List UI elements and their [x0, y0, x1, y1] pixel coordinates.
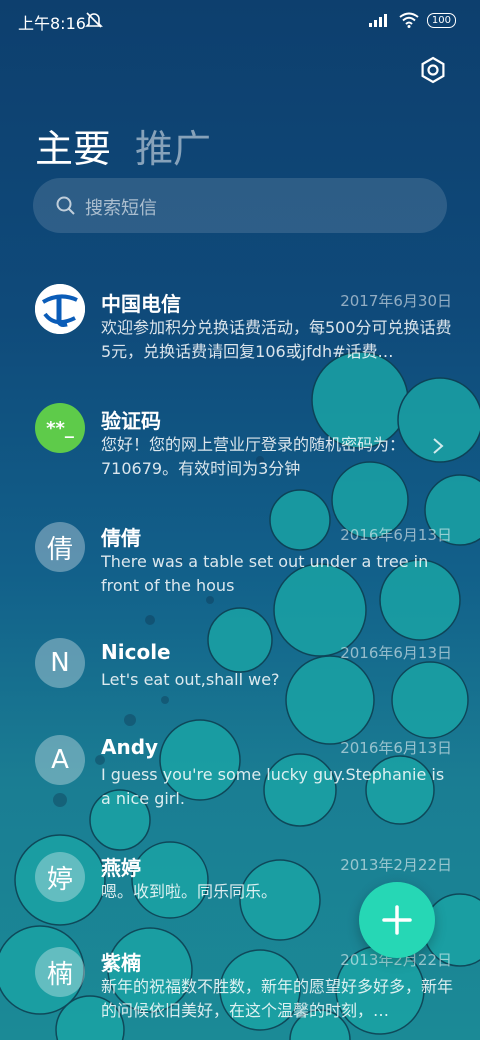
avatar: N [35, 638, 85, 688]
message-preview: 欢迎参加积分兑换话费活动，每500分可兑换话费5元，兑换话费请回复106或jfd… [101, 318, 452, 361]
search-icon [56, 196, 75, 215]
search-placeholder: 搜索短信 [85, 198, 157, 219]
message-date: 2013年2月22日 [340, 856, 452, 874]
message-date: 2017年6月30日 [340, 292, 452, 310]
message-date: 2016年6月13日 [340, 739, 452, 757]
avatar: 倩 [35, 522, 85, 572]
signal-icon [368, 14, 387, 27]
status-right: 100 [368, 10, 456, 30]
avatar: 婷 [35, 852, 85, 902]
avatar: A [35, 735, 85, 785]
contact-name: Andy [101, 735, 159, 759]
contact-name: Nicole [101, 640, 171, 664]
wifi-icon [399, 12, 419, 28]
status-bar: 上午8:16 100 [0, 0, 480, 40]
plus-icon [382, 905, 412, 935]
contact-name: 燕婷 [101, 856, 141, 880]
mute-icon [85, 12, 103, 28]
telecom-logo-icon [35, 284, 85, 334]
contact-name: 中国电信 [101, 292, 181, 316]
contact-name: 倩倩 [101, 526, 141, 550]
status-time: 上午8:16 [18, 14, 86, 33]
message-date: 2016年6月13日 [340, 644, 452, 662]
message-preview: Let's eat out,shall we? [101, 670, 280, 689]
tab-promo[interactable]: 推广 [135, 118, 211, 173]
message-preview: There was a table set out under a tree i… [101, 552, 429, 595]
message-preview: 新年的祝福数不胜数，新年的愿望好多好多，新年的问候依旧美好，在这个温馨的时刻，… [101, 977, 453, 1020]
contact-name: 紫楠 [101, 951, 141, 975]
telecom-logo-avatar [35, 284, 85, 334]
tab-main[interactable]: 主要 [35, 118, 111, 173]
compose-button[interactable] [359, 882, 435, 958]
contact-name: 验证码 [101, 409, 161, 433]
avatar: **_ [35, 403, 85, 453]
avatar: 楠 [35, 947, 85, 997]
message-preview: I guess you're some lucky guy.Stephanie … [101, 765, 445, 808]
message-date: 2016年6月13日 [340, 526, 452, 544]
search-bar[interactable]: 搜索短信 [33, 178, 447, 233]
chevron-right-icon[interactable] [432, 437, 444, 455]
hexagon-settings-icon[interactable] [418, 55, 448, 85]
battery-indicator: 100 [426, 12, 456, 28]
message-preview: 您好！您的网上营业厅登录的随机密码为：710679。有效时间为3分钟 [101, 435, 406, 478]
